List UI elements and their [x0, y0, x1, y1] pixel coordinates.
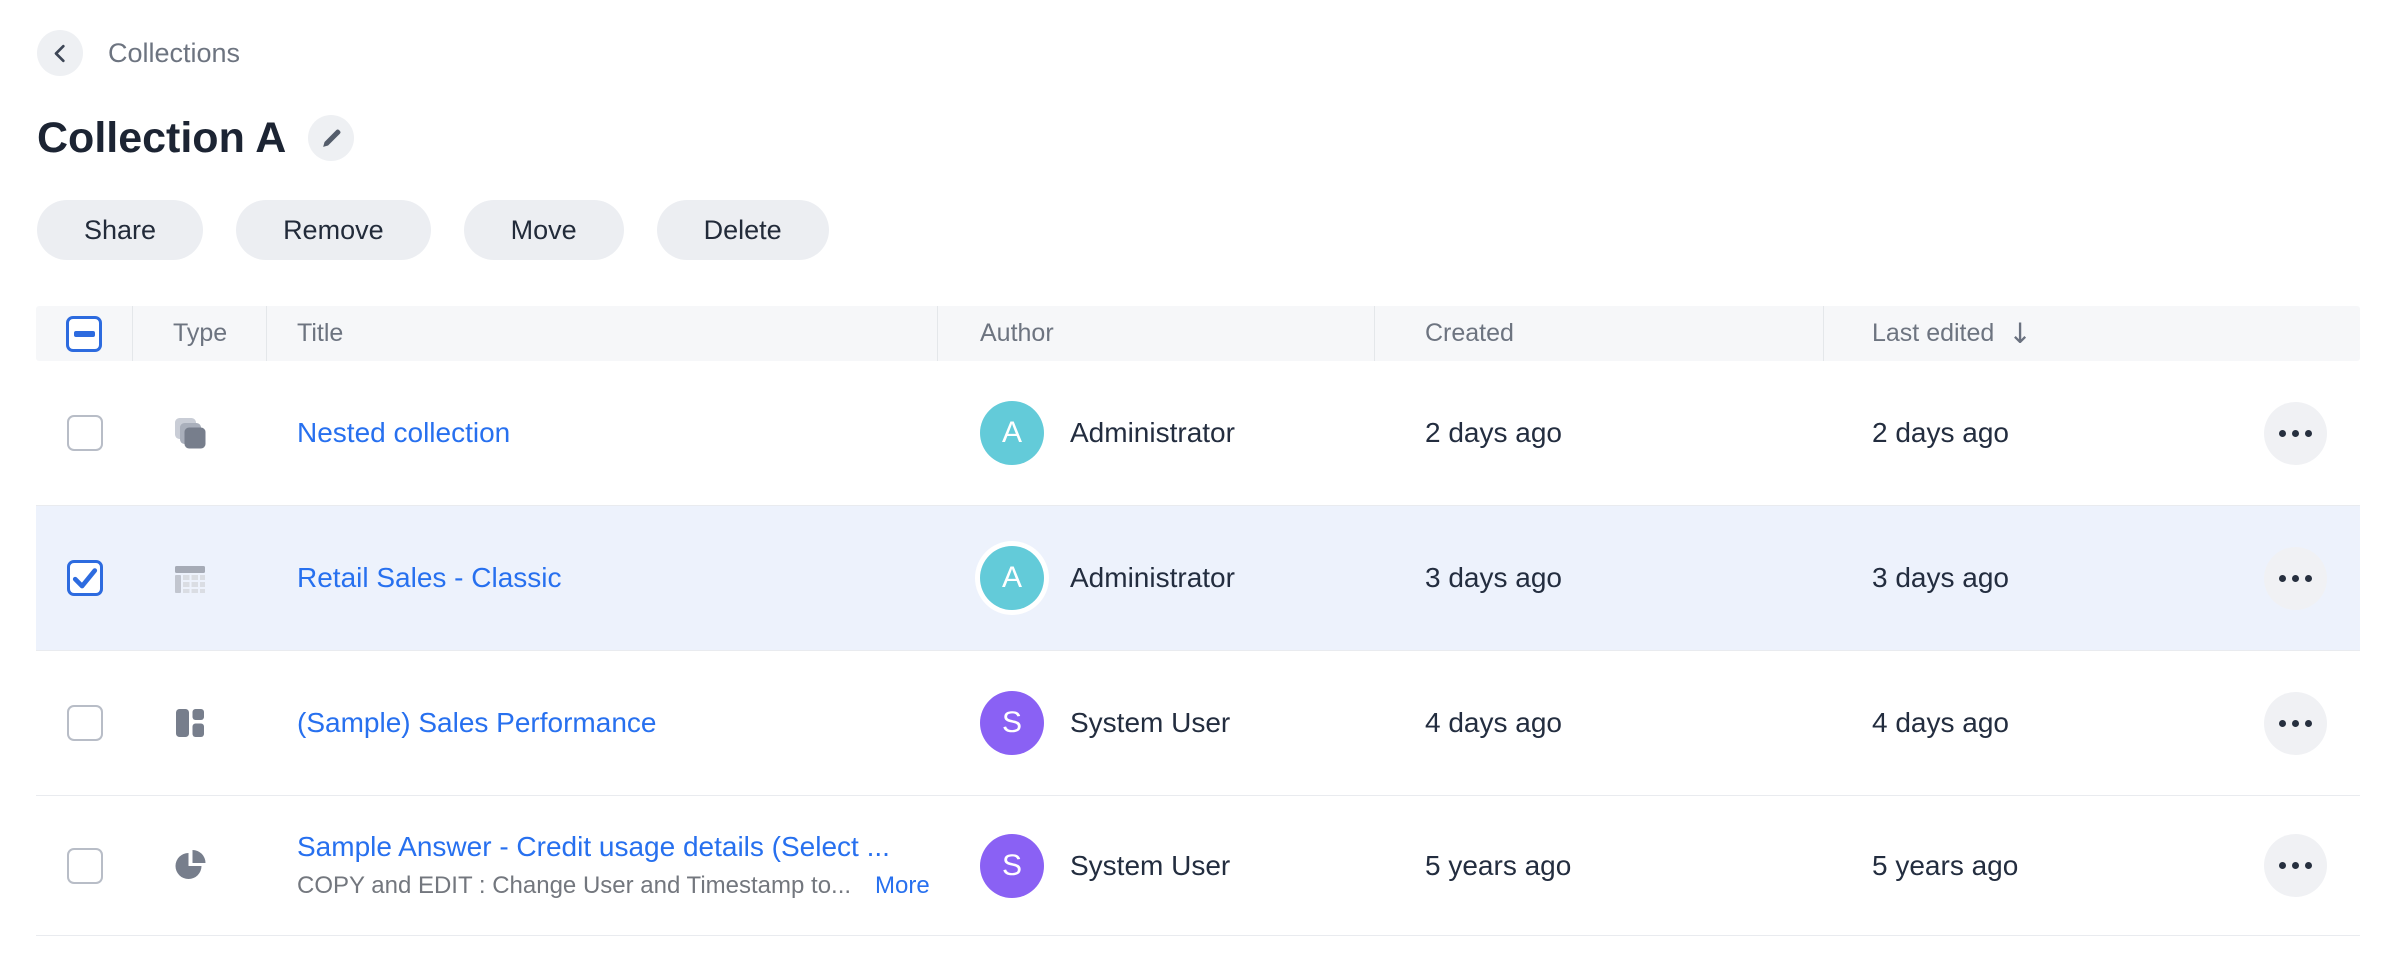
row-title-link[interactable]: (Sample) Sales Performance — [297, 707, 656, 739]
pie-chart-icon — [172, 848, 208, 884]
row-title-link[interactable]: Nested collection — [297, 417, 510, 449]
avatar: A — [980, 546, 1044, 610]
row-menu-button[interactable] — [2264, 692, 2327, 755]
created-cell: 3 days ago — [1375, 562, 1824, 594]
collection-items-table: Type Title Author Created Last edited ↓ … — [36, 306, 2360, 936]
author-name: System User — [1070, 707, 1230, 739]
remove-button[interactable]: Remove — [236, 200, 431, 260]
page-header: Collections Collection A — [0, 0, 2384, 166]
table-header-row: Type Title Author Created Last edited ↓ — [36, 306, 2360, 361]
column-header-created[interactable]: Created — [1375, 306, 1824, 361]
row-menu-button[interactable] — [2264, 547, 2327, 610]
avatar: S — [980, 691, 1044, 755]
collection-icon — [172, 415, 208, 451]
row-checkbox[interactable] — [67, 705, 103, 741]
table-row[interactable]: Sample Answer - Credit usage details (Se… — [36, 796, 2360, 936]
action-toolbar: Share Remove Move Delete — [37, 200, 2384, 260]
ellipsis-icon — [2279, 720, 2286, 727]
row-title-link[interactable]: Sample Answer - Credit usage details (Se… — [297, 831, 890, 863]
avatar-initial: A — [1002, 416, 1022, 450]
ellipsis-icon — [2279, 430, 2286, 437]
column-header-title[interactable]: Title — [267, 306, 938, 361]
avatar: S — [980, 834, 1044, 898]
table-body: Nested collection A Administrator 2 days… — [36, 361, 2360, 936]
column-header-type[interactable]: Type — [133, 306, 267, 361]
more-link[interactable]: More — [875, 872, 930, 900]
created-cell: 2 days ago — [1375, 417, 1824, 449]
last-edited-cell: 3 days ago — [1824, 562, 2260, 594]
author-name: Administrator — [1070, 417, 1235, 449]
checkmark-icon — [70, 563, 100, 593]
share-button[interactable]: Share — [37, 200, 203, 260]
row-checkbox[interactable] — [67, 560, 103, 596]
collection-detail-page: { "page": { "breadcrumb": "Collections",… — [0, 0, 2384, 974]
sort-descending-icon: ↓ — [2008, 317, 2031, 350]
row-checkbox[interactable] — [67, 415, 103, 451]
avatar: A — [980, 401, 1044, 465]
select-all-checkbox[interactable] — [66, 316, 102, 352]
author-name: System User — [1070, 850, 1230, 882]
page-title: Collection A — [37, 110, 286, 166]
pencil-icon — [319, 126, 344, 151]
last-edited-cell: 5 years ago — [1824, 850, 2260, 882]
avatar-initial: S — [1002, 849, 1022, 883]
delete-button[interactable]: Delete — [657, 200, 829, 260]
table-icon — [172, 560, 208, 596]
move-button[interactable]: Move — [464, 200, 624, 260]
row-menu-button[interactable] — [2264, 834, 2327, 897]
avatar-initial: S — [1002, 706, 1022, 740]
created-cell: 4 days ago — [1375, 707, 1824, 739]
back-button[interactable] — [37, 30, 83, 76]
edit-title-button[interactable] — [308, 115, 354, 161]
author-name: Administrator — [1070, 562, 1235, 594]
row-title-link[interactable]: Retail Sales - Classic — [297, 562, 562, 594]
ellipsis-icon — [2279, 575, 2286, 582]
row-menu-button[interactable] — [2264, 402, 2327, 465]
breadcrumb: Collections — [37, 30, 2384, 76]
column-header-last-edited[interactable]: Last edited ↓ — [1824, 306, 2260, 361]
ellipsis-icon — [2279, 862, 2286, 869]
created-cell: 5 years ago — [1375, 850, 1824, 882]
row-checkbox[interactable] — [67, 848, 103, 884]
last-edited-cell: 2 days ago — [1824, 417, 2260, 449]
column-header-author[interactable]: Author — [938, 306, 1375, 361]
liveboard-icon — [172, 705, 208, 741]
chevron-left-icon — [47, 40, 74, 67]
avatar-initial: A — [1002, 561, 1022, 595]
indeterminate-dash-icon — [74, 331, 95, 337]
row-subtitle: COPY and EDIT : Change User and Timestam… — [297, 872, 851, 900]
table-row[interactable]: (Sample) Sales Performance S System User… — [36, 651, 2360, 796]
breadcrumb-collections-link[interactable]: Collections — [108, 38, 240, 69]
column-header-last-edited-label: Last edited — [1872, 319, 1994, 348]
table-row[interactable]: Nested collection A Administrator 2 days… — [36, 361, 2360, 506]
table-row[interactable]: Retail Sales - Classic A Administrator 3… — [36, 506, 2360, 651]
last-edited-cell: 4 days ago — [1824, 707, 2260, 739]
